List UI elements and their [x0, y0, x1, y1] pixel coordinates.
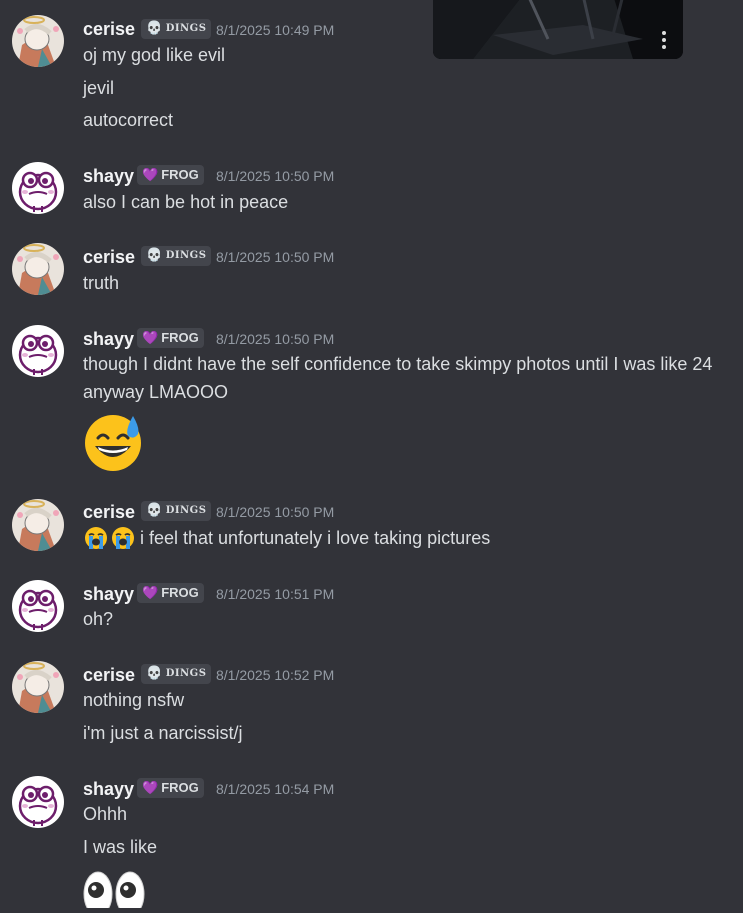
server-tag[interactable]: 💜 FROG	[137, 165, 204, 185]
image-attachment-preview[interactable]	[433, 0, 683, 59]
sweat-smile-emoji[interactable]	[82, 410, 144, 477]
username[interactable]: cerise	[83, 501, 135, 523]
skull-icon: 💀	[146, 666, 163, 681]
message-line: i feel that unfortunately i love taking …	[83, 524, 490, 552]
skull-icon: 💀	[146, 21, 163, 36]
message-text: autocorrect	[83, 110, 174, 130]
avatar[interactable]	[12, 776, 64, 828]
skull-icon: 💀	[146, 248, 163, 263]
username[interactable]: cerise	[83, 664, 135, 686]
timestamp[interactable]: 8/1/2025 10:49 PM	[216, 20, 334, 40]
message-text: I was like	[83, 837, 158, 857]
avatar[interactable]	[12, 580, 64, 632]
loudly-crying-emoji[interactable]	[83, 526, 136, 550]
message-text: oj my god like evil	[83, 45, 226, 65]
timestamp[interactable]: 8/1/2025 10:52 PM	[216, 665, 334, 685]
server-tag[interactable]: 💜 FROG	[137, 583, 204, 603]
message-text: jevil	[83, 78, 115, 98]
timestamp[interactable]: 8/1/2025 10:50 PM	[216, 166, 334, 186]
username[interactable]: shayy	[83, 165, 134, 187]
timestamp[interactable]: 8/1/2025 10:50 PM	[216, 329, 334, 349]
message-text: Ohhh	[83, 804, 128, 824]
server-tag[interactable]: 💜 FROG	[137, 328, 204, 348]
username[interactable]: shayy	[83, 583, 134, 605]
username[interactable]: shayy	[83, 328, 134, 350]
frog-avatar-icon	[12, 162, 64, 214]
server-tag[interactable]: 💀 DINGS	[141, 246, 212, 266]
message-text: oh?	[83, 609, 114, 629]
purple-heart-icon: 💜	[142, 330, 159, 345]
cerise-avatar-icon	[12, 499, 64, 551]
avatar[interactable]	[12, 243, 64, 295]
timestamp[interactable]: 8/1/2025 10:51 PM	[216, 584, 334, 604]
avatar[interactable]	[12, 325, 64, 377]
cerise-avatar-icon	[12, 661, 64, 713]
server-tag[interactable]: 💀 DINGS	[141, 19, 212, 39]
avatar[interactable]	[12, 499, 64, 551]
frog-avatar-icon	[12, 325, 64, 377]
avatar[interactable]	[12, 661, 64, 713]
timestamp[interactable]: 8/1/2025 10:54 PM	[216, 779, 334, 799]
purple-heart-icon: 💜	[142, 585, 159, 600]
username[interactable]: cerise	[83, 18, 135, 40]
purple-heart-icon: 💜	[142, 780, 159, 795]
server-tag[interactable]: 💜 FROG	[137, 778, 204, 798]
timestamp[interactable]: 8/1/2025 10:50 PM	[216, 502, 334, 522]
avatar[interactable]	[12, 162, 64, 214]
server-tag[interactable]: 💀 DINGS	[141, 501, 212, 521]
timestamp[interactable]: 8/1/2025 10:50 PM	[216, 247, 334, 267]
purple-heart-icon: 💜	[142, 167, 159, 182]
username[interactable]: cerise	[83, 246, 135, 268]
message-text: truth	[83, 273, 120, 293]
message-text: nothing nsfw	[83, 690, 185, 710]
frog-avatar-icon	[12, 776, 64, 828]
message-text: i feel that unfortunately i love taking …	[140, 528, 491, 548]
cerise-avatar-icon	[12, 243, 64, 295]
cerise-avatar-icon	[12, 15, 64, 67]
username[interactable]: shayy	[83, 778, 134, 800]
frog-avatar-icon	[12, 580, 64, 632]
dark-room-image	[433, 0, 683, 59]
message-text: also I can be hot in peace	[83, 192, 289, 212]
server-tag[interactable]: 💀 DINGS	[141, 664, 212, 684]
message-text: i'm just a narcissist/j	[83, 723, 243, 743]
avatar[interactable]	[12, 15, 64, 67]
message-text: though I didnt have the self confidence …	[83, 354, 713, 402]
eyes-emoji[interactable]	[82, 868, 146, 913]
skull-icon: 💀	[146, 503, 163, 518]
